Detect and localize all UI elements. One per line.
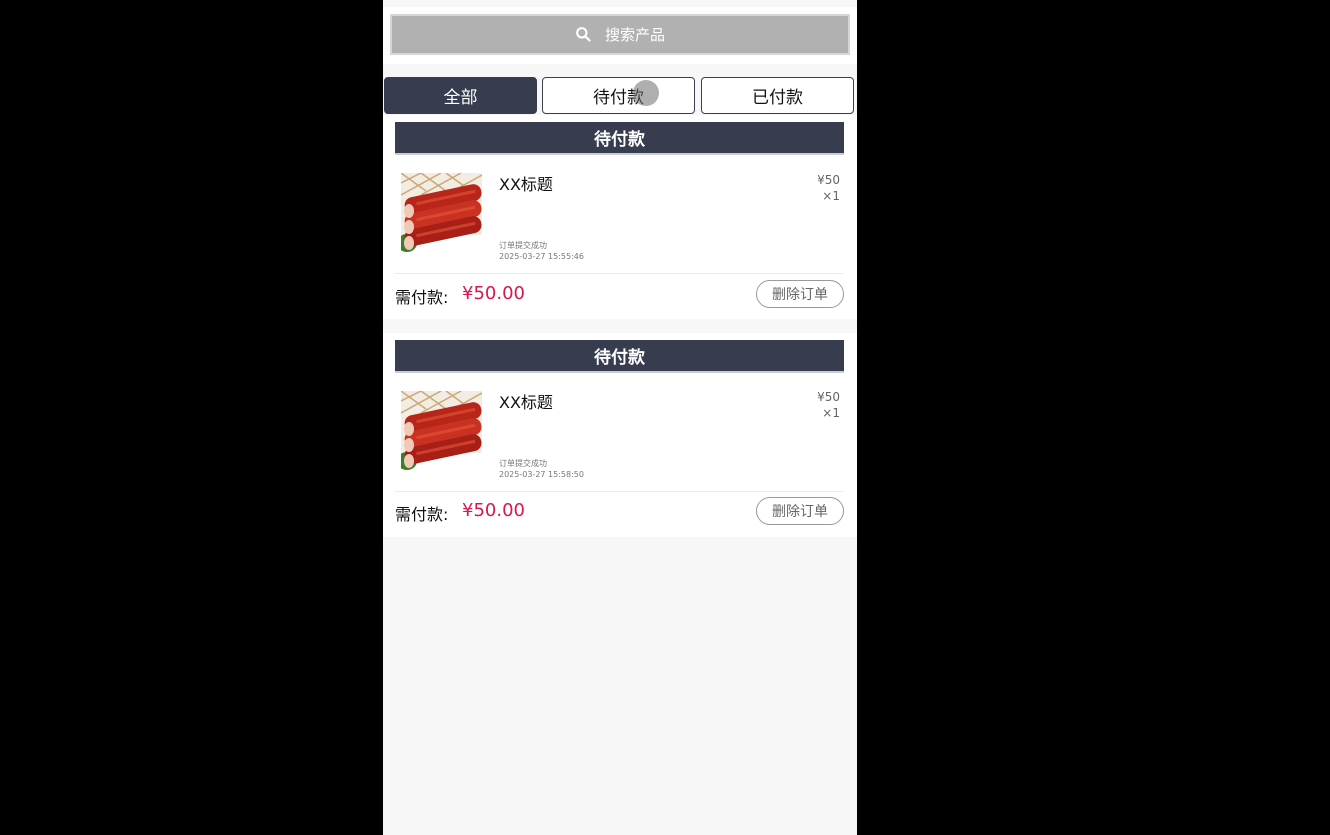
product-thumbnail[interactable]: [401, 391, 482, 472]
order-card: 待付款: [383, 115, 857, 319]
order-status-info: 订单提交成功 2025-03-27 15:58:50: [499, 458, 584, 480]
pay-label: 需付款:: [395, 288, 449, 307]
pay-label: 需付款:: [395, 505, 449, 524]
price-block: ¥50 ×1: [817, 389, 840, 421]
price-block: ¥50 ×1: [817, 172, 840, 204]
order-status-header: 待付款: [395, 340, 844, 373]
order-tabs: 全部 待付款 已付款: [383, 77, 857, 115]
quantity: ×1: [822, 189, 840, 203]
search-placeholder: 搜索产品: [604, 26, 665, 44]
touch-indicator: [633, 80, 659, 106]
pay-amount: ¥50.00: [462, 500, 525, 521]
unit-price: ¥50: [817, 173, 840, 187]
search-icon: [576, 27, 591, 42]
order-status-header: 待付款: [395, 122, 844, 155]
order-status-info: 订单提交成功 2025-03-27 15:55:46: [499, 240, 584, 262]
product-thumbnail[interactable]: [401, 173, 482, 254]
unit-price: ¥50: [817, 390, 840, 404]
quantity: ×1: [822, 406, 840, 420]
product-title[interactable]: XX标题: [499, 171, 553, 195]
delete-order-button[interactable]: 删除订单: [756, 497, 844, 525]
tab-paid[interactable]: 已付款: [701, 77, 854, 114]
order-timestamp: 2025-03-27 15:55:46: [499, 252, 584, 261]
app-screen: 搜索产品 全部 待付款 已付款 待付款 XX标题 ¥50 ×1 订单提交成功 2…: [383, 0, 857, 835]
search-bar[interactable]: 搜索产品: [390, 14, 850, 55]
divider: [395, 491, 844, 492]
tab-all[interactable]: 全部: [384, 77, 537, 114]
tab-pending-payment[interactable]: 待付款: [542, 77, 695, 114]
divider: [395, 273, 844, 274]
search-section: 搜索产品: [383, 7, 857, 64]
order-status-text: 订单提交成功: [499, 241, 547, 250]
order-timestamp: 2025-03-27 15:58:50: [499, 470, 584, 479]
order-card: 待付款: [383, 333, 857, 537]
order-status-text: 订单提交成功: [499, 459, 547, 468]
delete-order-button[interactable]: 删除订单: [756, 280, 844, 308]
product-title[interactable]: XX标题: [499, 389, 553, 413]
pay-amount: ¥50.00: [462, 283, 525, 304]
